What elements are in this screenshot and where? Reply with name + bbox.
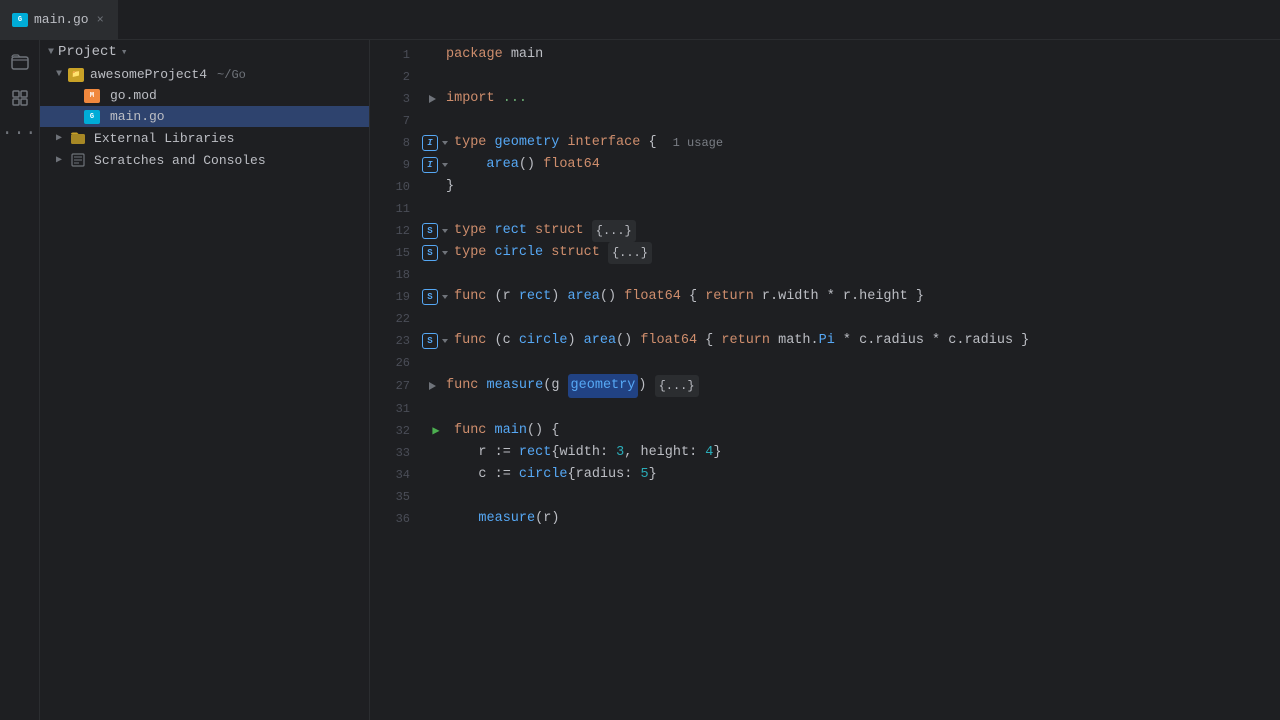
folder-icon-btn[interactable]: [6, 48, 34, 76]
sidebar-icon-strip: ···: [0, 40, 40, 720]
code-line-27: 27 func measure(g geometry) {...}: [370, 374, 1280, 398]
project-header[interactable]: ▼ Project ▾: [40, 40, 369, 64]
go-file-tab-icon: G: [12, 13, 28, 27]
method-arrow-down: [440, 138, 450, 148]
external-libs-label: External Libraries: [94, 131, 234, 146]
code-line-36: 36 measure(r): [370, 508, 1280, 530]
go-mod-label: go.mod: [110, 88, 157, 103]
tree-external-libs[interactable]: ▶ External Libraries: [40, 127, 369, 149]
tab-close-button[interactable]: ×: [95, 11, 106, 29]
tree-go-mod[interactable]: M go.mod: [40, 85, 369, 106]
project-name: awesomeProject4: [90, 67, 207, 82]
scratches-label: Scratches and Consoles: [94, 153, 266, 168]
code-line-10: 10 }: [370, 176, 1280, 198]
code-line-31: 31: [370, 398, 1280, 420]
code-line-19: 19 S func (r rect) area() float64 { retu…: [370, 286, 1280, 308]
ext-libs-expand-icon: ▶: [56, 132, 62, 144]
struct-icon-rect: S: [422, 223, 438, 239]
project-folder-icon: 📁: [68, 68, 84, 82]
method-icon: I: [422, 157, 438, 173]
main-go-tab[interactable]: G main.go ×: [0, 0, 119, 39]
project-path: ~/Go: [217, 68, 246, 82]
struct-arrow-rect[interactable]: [440, 226, 450, 236]
project-expand-icon: ▼: [56, 69, 62, 80]
code-line-22: 22: [370, 308, 1280, 330]
code-line-2: 2: [370, 66, 1280, 88]
structure-icon-btn[interactable]: [6, 84, 34, 112]
project-dropdown-icon[interactable]: ▾: [121, 45, 128, 59]
code-line-12: 12 S type rect struct {...}: [370, 220, 1280, 242]
method-arrow2: [440, 160, 450, 170]
code-line-32: 32 ▶ func main() {: [370, 420, 1280, 442]
main-layout: ··· ▼ Project ▾ ▼ 📁 awesomeProject4 ~/Go…: [0, 40, 1280, 720]
struct-arrow-circle[interactable]: [440, 248, 450, 258]
scratches-expand-icon: ▶: [56, 154, 62, 166]
code-line-1: 1 package main: [370, 44, 1280, 66]
code-line-18: 18: [370, 264, 1280, 286]
go-mod-icon: M: [84, 89, 100, 103]
tree-main-go[interactable]: G main.go: [40, 106, 369, 127]
project-label: Project: [58, 44, 117, 60]
struct-icon-func-rect: S: [422, 289, 438, 305]
main-go-label: main.go: [110, 109, 165, 124]
code-line-33: 33 r := rect{width: 3, height: 4}: [370, 442, 1280, 464]
code-line-34: 34 c := circle{radius: 5}: [370, 464, 1280, 486]
func-rect-arrow[interactable]: [440, 292, 450, 302]
interface-icon: I: [422, 135, 438, 151]
code-line-3: 3 import ...: [370, 88, 1280, 110]
func-circle-arrow[interactable]: [440, 336, 450, 346]
struct-icon-func-circle: S: [422, 333, 438, 349]
tab-bar: G main.go ×: [0, 0, 1280, 40]
tree-project-root[interactable]: ▼ 📁 awesomeProject4 ~/Go: [40, 64, 369, 85]
ext-libs-folder-icon: [70, 130, 86, 146]
main-go-icon: G: [84, 110, 100, 124]
code-editor[interactable]: 1 package main 2 3 import ... 7 8: [370, 40, 1280, 720]
run-main-icon[interactable]: ▶: [428, 423, 444, 439]
more-icon-btn[interactable]: ···: [6, 120, 34, 148]
scratches-icon: [70, 152, 86, 168]
struct-icon-circle: S: [422, 245, 438, 261]
code-line-26: 26: [370, 352, 1280, 374]
sidebar: ▼ Project ▾ ▼ 📁 awesomeProject4 ~/Go M g…: [0, 40, 370, 720]
code-line-35: 35: [370, 486, 1280, 508]
code-line-23: 23 S func (c circle) area() float64 { re…: [370, 330, 1280, 352]
project-chevron-down-icon: ▼: [48, 47, 54, 58]
tree-scratches[interactable]: ▶ Scratches and Consoles: [40, 149, 369, 171]
sidebar-content: ▼ Project ▾ ▼ 📁 awesomeProject4 ~/Go M g…: [40, 40, 369, 720]
code-line-7: 7: [370, 110, 1280, 132]
code-line-11: 11: [370, 198, 1280, 220]
tab-label: main.go: [34, 12, 89, 27]
code-line-9: 9 I area() float64: [370, 154, 1280, 176]
code-line-15: 15 S type circle struct {...}: [370, 242, 1280, 264]
code-line-8: 8 I type geometry interface { 1 usage: [370, 132, 1280, 154]
